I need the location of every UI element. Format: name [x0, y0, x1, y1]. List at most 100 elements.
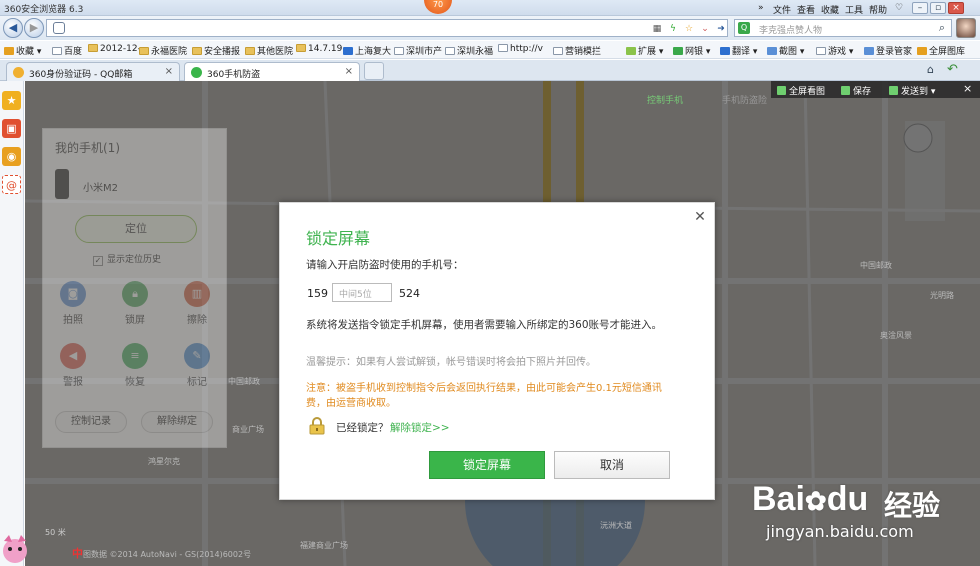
restore-icon: ≡	[122, 343, 148, 369]
send-icon	[889, 86, 898, 95]
cancel-button[interactable]: 取消	[554, 451, 670, 479]
phone-panel: 我的手机(1) 小米M2 定位 ✓ 显示定位历史 ◙ 拍照 🔒︎ 锁屏 ▥ 擦除 ◀ 警报…	[42, 128, 227, 448]
bookmark-fuda[interactable]: 上海复大	[343, 44, 391, 57]
action-erase[interactable]: ▥ 擦除	[173, 281, 221, 333]
tip-text: 温馨提示：如果有人尝试解锁，帐号错误时将会拍下照片并回传。	[306, 357, 596, 368]
undo-icon[interactable]: ↶	[947, 62, 958, 77]
tool-screenshot[interactable]: 截图 ▾	[767, 44, 804, 57]
maximize-button[interactable]: ▫	[930, 2, 946, 14]
user-avatar[interactable]	[956, 18, 976, 38]
locate-button[interactable]: 定位	[75, 215, 197, 243]
lock-screen-dialog: ✕ 锁定屏幕 请输入开启防盗时使用的手机号： 159 中间5位 524 系统将发…	[279, 202, 715, 500]
bookmark-shenzhen-property[interactable]: 深圳市产	[394, 44, 442, 57]
tool-extensions[interactable]: 扩展 ▾	[626, 44, 663, 57]
tool-gallery[interactable]: 全屏图库	[917, 44, 965, 57]
lightning-icon[interactable]: ϟ	[667, 24, 679, 35]
action-restore[interactable]: ≡ 恢复	[111, 343, 159, 395]
close-toolbar-icon[interactable]: ×	[963, 82, 972, 95]
already-locked-text: 已经锁定？	[336, 422, 389, 434]
heart-icon[interactable]: ♡	[895, 3, 903, 13]
device-name: 小米M2	[83, 183, 118, 194]
menu-view[interactable]: 查看	[797, 3, 815, 16]
mascot-icon[interactable]	[0, 533, 30, 566]
checkbox-icon: ✓	[93, 256, 103, 266]
tool-translate[interactable]: 翻译 ▾	[720, 44, 757, 57]
go-arrow-icon[interactable]: ➜	[715, 24, 727, 35]
search-engine-icon[interactable]: Q	[738, 22, 750, 34]
fullscreen-button[interactable]: 全屏看图	[777, 84, 825, 97]
dropdown-icon[interactable]: ⌄	[699, 24, 711, 35]
nav-insurance[interactable]: 手机防盗险	[722, 93, 767, 106]
page-icon	[445, 47, 455, 55]
lock-screen-button[interactable]: 锁定屏幕	[429, 451, 545, 479]
unlock-link[interactable]: 解除锁定>>	[390, 420, 450, 435]
map-label: 商业广场	[232, 425, 264, 434]
map-copyright: 中图数据 ©2014 AutoNavi - GS(2014)6002号	[72, 547, 252, 560]
phone-prompt: 请输入开启防盗时使用的手机号：	[306, 259, 464, 271]
phone-icon	[55, 169, 69, 199]
bookmark-favorites[interactable]: 收藏 ▾	[4, 44, 41, 57]
tool-games[interactable]: 游戏 ▾	[816, 44, 853, 57]
device-item[interactable]: 小米M2	[53, 169, 218, 205]
bookmark-shenzhen-yongfu[interactable]: 深圳永福	[445, 44, 493, 57]
bookmarks-bar: 收藏 ▾ 百度 2012-12- 永福医院 安全播报 其他医院 14.7.19 …	[0, 41, 980, 59]
lock-icon: 🔒︎	[122, 281, 148, 307]
window-title: 360安全浏览器 6.3	[4, 5, 84, 15]
new-tab-button[interactable]	[364, 62, 384, 80]
favorites-star-icon[interactable]: ★	[2, 91, 21, 110]
nav-control-phone[interactable]: 控制手机	[647, 93, 683, 106]
tool-ebank[interactable]: 网银 ▾	[673, 44, 710, 57]
trash-icon: ▥	[184, 281, 210, 307]
action-mark[interactable]: ✎ 标记	[173, 343, 221, 395]
shopping-icon[interactable]: ▣	[2, 119, 21, 138]
action-photo[interactable]: ◙ 拍照	[49, 281, 97, 333]
back-button[interactable]: ◀	[3, 18, 23, 38]
bookmark-folder-2012[interactable]: 2012-12-	[88, 44, 141, 54]
watermark-url: jingyan.baidu.com	[766, 522, 914, 541]
map-label: 中国邮政	[228, 377, 260, 386]
action-lock[interactable]: 🔒︎ 锁屏	[111, 281, 159, 333]
tab-qqmail[interactable]: 360身份验证码 - QQ邮箱 ×	[6, 62, 180, 81]
bookmark-baidu[interactable]: 百度	[52, 44, 82, 57]
menu-file[interactable]: 文件	[773, 3, 791, 16]
speaker-icon: ◀	[60, 343, 86, 369]
forward-button[interactable]: ▶	[24, 18, 44, 38]
menu-tools[interactable]: 工具	[845, 3, 863, 16]
bookmark-folder-date[interactable]: 14.7.19	[296, 44, 342, 54]
tool-login-manager[interactable]: 登录管家	[864, 44, 912, 57]
grid-icon[interactable]: ▦	[651, 24, 663, 35]
menu-expand-icon[interactable]: »	[758, 3, 764, 13]
bookmark-folder-yongfu[interactable]: 永福医院	[139, 44, 187, 57]
save-button[interactable]: 保存	[841, 84, 871, 97]
tab-phone-antitheft[interactable]: 360手机防盗 ×	[184, 62, 360, 81]
unbind-button[interactable]: 解除绑定	[141, 411, 213, 433]
menu-help[interactable]: 帮助	[869, 3, 887, 16]
close-window-button[interactable]: ×	[948, 2, 964, 14]
bookmark-http[interactable]: http://v	[498, 44, 543, 54]
close-dialog-icon[interactable]: ✕	[692, 209, 708, 225]
show-history-checkbox[interactable]: ✓ 显示定位历史	[93, 252, 161, 266]
extension-icon	[626, 47, 636, 55]
search-icon[interactable]: ⌕	[934, 20, 950, 36]
bookmark-folder-hospitals[interactable]: 其他医院	[245, 44, 293, 57]
address-bar[interactable]: ▦ ϟ ☆ ⌄ ➜	[46, 19, 728, 37]
phone-middle-input[interactable]: 中间5位	[332, 283, 392, 302]
star-icon[interactable]: ☆	[683, 24, 695, 35]
close-tab-icon[interactable]: ×	[165, 66, 173, 77]
action-alarm[interactable]: ◀ 警报	[49, 343, 97, 395]
weibo-icon[interactable]: ◉	[2, 147, 21, 166]
minimize-button[interactable]: –	[912, 2, 928, 14]
email-icon[interactable]: @	[2, 175, 21, 194]
search-box[interactable]: Q 李克强点赞人物	[734, 19, 952, 37]
map-label: 光明路	[930, 291, 954, 300]
send-to-button[interactable]: 发送到 ▾	[889, 84, 935, 97]
folder-icon	[296, 44, 306, 52]
folder-icon	[192, 47, 202, 55]
control-log-button[interactable]: 控制记录	[55, 411, 127, 433]
home-icon[interactable]: ⌂	[927, 63, 934, 76]
bookmark-folder-security[interactable]: 安全播报	[192, 44, 240, 57]
baidu-logo: Bai✿du	[752, 480, 869, 518]
close-tab-icon[interactable]: ×	[345, 66, 353, 77]
bookmark-marketing[interactable]: 营销模拦	[553, 44, 601, 57]
menu-favorites[interactable]: 收藏	[821, 3, 839, 16]
